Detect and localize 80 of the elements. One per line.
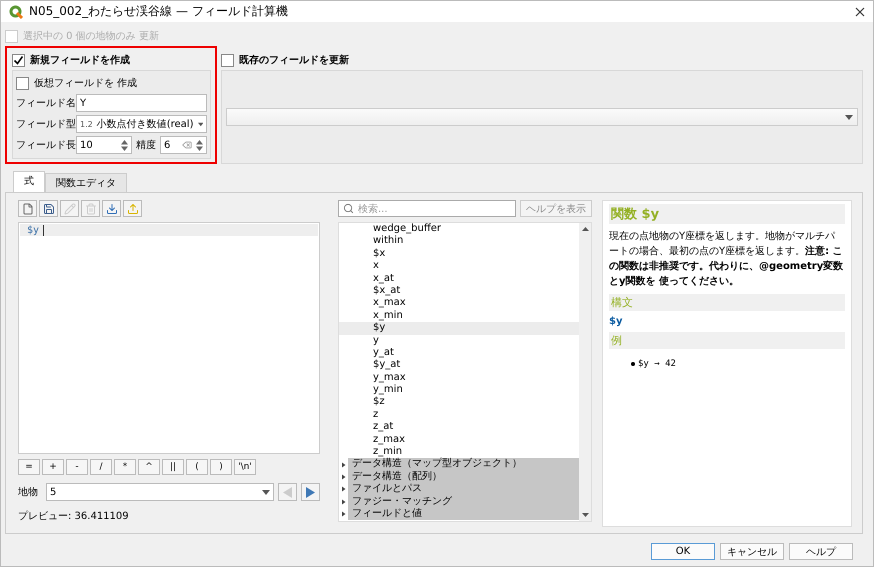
- right-triangle-icon: [306, 486, 315, 498]
- list-item[interactable]: z_max: [339, 434, 579, 446]
- list-item[interactable]: $z: [339, 396, 579, 409]
- checkbox[interactable]: 新規フィールドを作成: [12, 52, 211, 68]
- preview-text: プレビュー: 36.411109: [18, 510, 130, 523]
- code-text: $y: [27, 224, 40, 236]
- dialog-button[interactable]: OK: [651, 543, 715, 560]
- section-heading: 構文: [609, 294, 845, 311]
- tree-group[interactable]: ファジー・マッチング: [339, 496, 579, 508]
- dropdown[interactable]: 5: [46, 483, 274, 501]
- scroll-up-icon[interactable]: [582, 227, 588, 231]
- list-item[interactable]: y_min: [339, 384, 579, 396]
- spinner-arrows-icon[interactable]: [121, 140, 128, 150]
- dropdown[interactable]: 1.2 小数点付き数値(real): [76, 115, 207, 133]
- new-file-icon[interactable]: [18, 200, 37, 217]
- app-logo-icon: [9, 4, 23, 18]
- field-label: 地物: [18, 486, 38, 499]
- dropdown-arrow-icon: [262, 490, 270, 494]
- next-button[interactable]: [301, 483, 320, 501]
- scrollbar[interactable]: [579, 223, 591, 521]
- bullet-icon: [631, 362, 635, 366]
- tab[interactable]: 式: [13, 171, 45, 192]
- help-text: 現在の点地物のY座標を返します。地物がマルチパートの場合、最初の点のY座標を返します。注意: この関数は非推奨です。代わりに、@geometry変数とy関数を 使ってください。: [609, 230, 844, 289]
- list-item[interactable]: x: [339, 260, 579, 273]
- operator-button[interactable]: =: [18, 459, 40, 475]
- operator-button[interactable]: ^: [138, 459, 160, 475]
- list-item[interactable]: $x_at: [339, 284, 579, 298]
- tree-group[interactable]: ファイルとパス: [339, 483, 579, 496]
- dialog-button[interactable]: キャンセル: [720, 543, 784, 560]
- field-label: 精度: [136, 138, 156, 152]
- search-icon: [343, 203, 354, 214]
- list-item[interactable]: x_min: [339, 310, 579, 322]
- dropdown-arrow-icon: [845, 114, 853, 120]
- spin-field[interactable]: 6: [160, 136, 207, 154]
- tree-group[interactable]: データ構造（配列）: [339, 470, 579, 484]
- operator-button[interactable]: (: [186, 459, 208, 475]
- list-item[interactable]: z_min: [339, 446, 579, 458]
- spin-field[interactable]: 10: [76, 136, 132, 154]
- operator-button[interactable]: '\n': [234, 459, 256, 475]
- help-title: 関数 $y: [609, 204, 845, 224]
- list-item[interactable]: y: [339, 334, 579, 347]
- tree-group[interactable]: データ構造（マップ型オブジェクト）: [339, 458, 579, 471]
- spinner-arrows-icon[interactable]: [196, 140, 203, 150]
- left-triangle-icon: [283, 486, 292, 498]
- checkbox[interactable]: 既存のフィールドを更新: [221, 52, 863, 68]
- input-field[interactable]: Y: [76, 94, 207, 112]
- operator-button[interactable]: /: [90, 459, 112, 475]
- expression-editor[interactable]: $y: [18, 222, 320, 454]
- window-title: N05_002_わたらせ渓谷線 — フィールド計算機: [29, 3, 289, 20]
- operator-button[interactable]: -: [66, 459, 88, 475]
- dropdown-arrow-icon: [198, 122, 203, 126]
- list-item[interactable]: x_at: [339, 272, 579, 285]
- section-heading: 例: [609, 332, 845, 349]
- example-text: $y → 42: [638, 358, 676, 370]
- syntax-text: $y: [609, 316, 624, 327]
- list-item[interactable]: x_max: [339, 297, 579, 310]
- tree-group[interactable]: フィールドと値: [339, 508, 579, 520]
- dialog-button[interactable]: ヘルプ: [789, 543, 853, 560]
- list-item[interactable]: z_at: [339, 421, 579, 434]
- list-item[interactable]: within: [339, 235, 579, 248]
- list-item[interactable]: y_at: [339, 346, 579, 360]
- operator-button[interactable]: ||: [162, 459, 184, 475]
- checkbox[interactable]: 仮想フィールドを 作成: [16, 75, 207, 91]
- list-item[interactable]: z: [339, 408, 579, 422]
- scroll-down-icon[interactable]: [582, 513, 588, 517]
- operator-button[interactable]: *: [114, 459, 136, 475]
- save-icon[interactable]: [39, 200, 58, 217]
- list-item[interactable]: wedge_buffer: [339, 223, 579, 236]
- operator-button[interactable]: ): [210, 459, 232, 475]
- list-item[interactable]: y_max: [339, 372, 579, 384]
- clear-icon[interactable]: [182, 140, 192, 150]
- close-icon[interactable]: [855, 6, 865, 16]
- list-item[interactable]: $y_at: [339, 359, 579, 372]
- download-icon[interactable]: [102, 200, 121, 217]
- operator-button[interactable]: +: [42, 459, 64, 475]
- list-item[interactable]: $y: [339, 322, 579, 335]
- tab[interactable]: 関数エディタ: [45, 173, 127, 192]
- field-label: フィールド名: [16, 97, 72, 110]
- list-item[interactable]: $x: [339, 248, 579, 260]
- check-icon: [13, 54, 24, 66]
